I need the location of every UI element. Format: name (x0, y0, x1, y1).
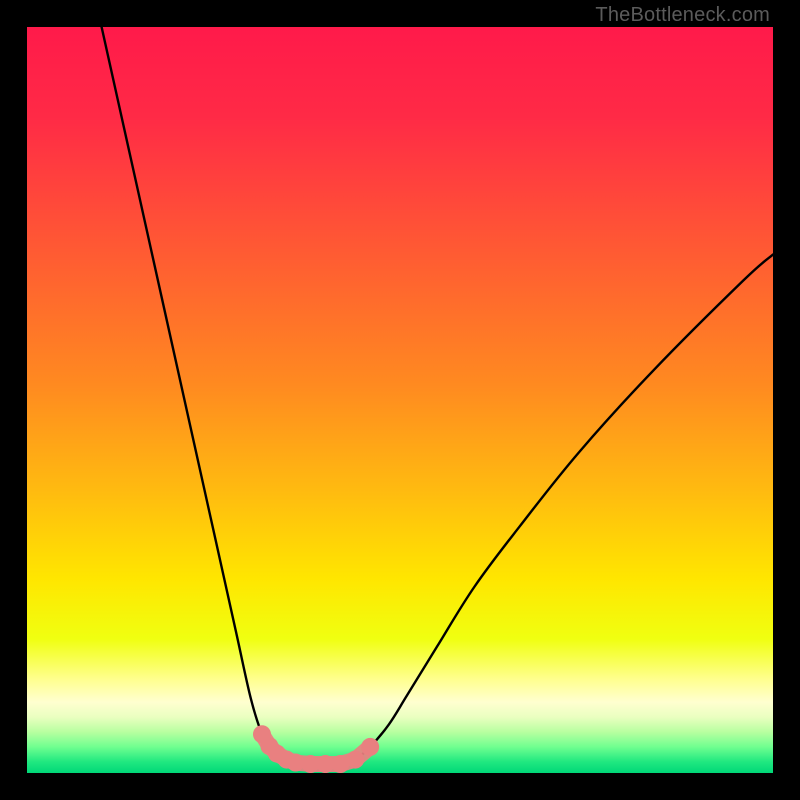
marker-dot (361, 738, 379, 756)
right-curve (340, 255, 773, 765)
plot-area (27, 27, 773, 773)
valley-markers (253, 725, 379, 773)
watermark-text: TheBottleneck.com (595, 4, 770, 27)
marker-dot (346, 751, 364, 769)
outer-frame: TheBottleneck.com (0, 0, 800, 800)
curve-layer (27, 27, 773, 773)
left-curve (102, 27, 311, 764)
